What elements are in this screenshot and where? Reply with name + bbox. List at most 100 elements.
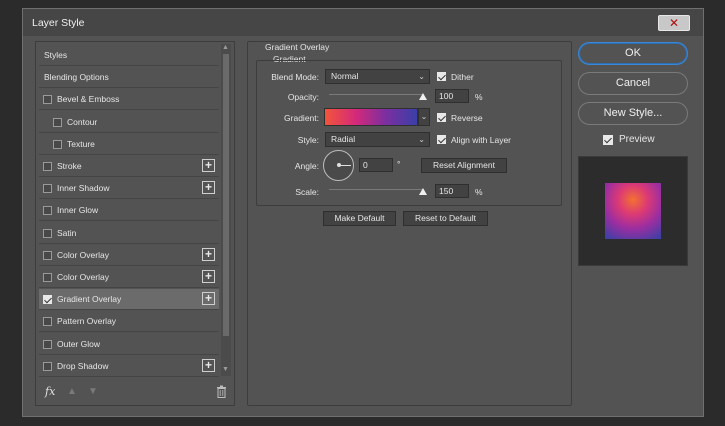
style-item-checkbox[interactable] [43, 250, 52, 260]
style-item-label: Color Overlay [57, 249, 109, 260]
reverse-checkbox[interactable] [437, 113, 446, 122]
style-item-checkbox[interactable] [53, 139, 62, 149]
style-item-checkbox[interactable] [43, 295, 52, 305]
move-down-icon[interactable]: ▼ [88, 386, 98, 397]
reset-to-default-button[interactable]: Reset to Default [403, 211, 488, 226]
blend-mode-label: Blend Mode: [271, 72, 319, 82]
reverse-label: Reverse [451, 113, 483, 123]
style-item-checkbox[interactable] [43, 361, 52, 371]
chevron-down-icon: ⌄ [418, 72, 425, 81]
add-effect-icon[interactable]: + [202, 159, 215, 172]
opacity-slider-thumb[interactable] [419, 93, 427, 100]
style-item-checkbox[interactable] [43, 184, 52, 194]
style-item[interactable]: Blending Options [39, 67, 219, 89]
style-item[interactable]: Inner Glow [39, 200, 219, 222]
style-item-checkbox[interactable] [43, 339, 52, 349]
scale-slider-track[interactable] [329, 189, 423, 190]
scroll-up-icon[interactable]: ▲ [222, 44, 229, 51]
title-bar: Layer Style ✕ [23, 9, 703, 36]
style-item-checkbox[interactable] [43, 317, 52, 327]
style-item-label: Pattern Overlay [57, 316, 117, 327]
angle-input[interactable]: 0 [359, 158, 393, 172]
preview-label: Preview [619, 134, 655, 145]
style-item-checkbox[interactable] [43, 206, 52, 216]
dither-checkbox[interactable] [437, 72, 446, 81]
style-item-label: Texture [67, 138, 95, 149]
style-item-label: Blending Options [44, 72, 109, 83]
scale-input[interactable]: 150 [435, 184, 469, 198]
make-default-button[interactable]: Make Default [323, 211, 396, 226]
blend-mode-select[interactable]: Normal ⌄ [325, 69, 430, 84]
style-item[interactable]: Drop Shadow + [39, 355, 219, 377]
style-item-checkbox[interactable] [53, 117, 62, 127]
gradient-swatch[interactable] [324, 108, 418, 126]
style-item[interactable]: Styles [39, 45, 219, 66]
style-item[interactable]: Color Overlay + [39, 244, 219, 266]
section-title: Gradient Overlay [265, 42, 330, 52]
opacity-unit: % [475, 92, 483, 102]
style-item[interactable]: Satin [39, 222, 219, 244]
scale-label: Scale: [295, 187, 319, 197]
new-style-button[interactable]: New Style... [578, 102, 688, 125]
opacity-label: Opacity: [287, 92, 319, 102]
dialog-title: Layer Style [32, 17, 85, 29]
gradient-label: Gradient: [284, 113, 319, 123]
scroll-thumb[interactable] [223, 54, 229, 336]
style-item-label: Inner Glow [57, 205, 99, 216]
fx-icon[interactable]: fx [45, 385, 55, 398]
style-item[interactable]: Texture [39, 133, 219, 155]
style-item[interactable]: Stroke + [39, 156, 219, 177]
opacity-input[interactable]: 100 [435, 89, 469, 103]
dither-label: Dither [451, 72, 474, 82]
ok-button[interactable]: OK [578, 42, 688, 65]
style-item[interactable]: Contour [39, 111, 219, 133]
style-item-checkbox[interactable] [43, 162, 52, 171]
scale-unit: % [475, 187, 483, 197]
align-with-layer-checkbox[interactable] [437, 135, 446, 144]
cancel-button[interactable]: Cancel [578, 72, 688, 95]
add-effect-icon[interactable]: + [202, 358, 215, 372]
style-item-label: Bevel & Emboss [57, 94, 120, 105]
style-item-checkbox[interactable] [43, 95, 52, 105]
close-button[interactable]: ✕ [658, 15, 690, 31]
opacity-slider-track[interactable] [329, 94, 423, 95]
style-label: Style: [297, 135, 319, 145]
style-item-label: Drop Shadow [57, 360, 109, 371]
style-item-label: Satin [57, 227, 77, 238]
layer-style-dialog: Layer Style ✕ Styles Blending Options Beve… [22, 8, 704, 417]
style-item[interactable]: Inner Shadow + [39, 178, 219, 200]
scroll-down-icon[interactable]: ▼ [222, 366, 229, 373]
preview-checkbox[interactable] [603, 135, 613, 145]
style-item-label: Stroke [57, 161, 82, 171]
style-item[interactable]: Color Overlay + [39, 267, 219, 288]
add-effect-icon[interactable]: + [202, 247, 215, 261]
preview-box [578, 156, 688, 266]
angle-dial[interactable] [323, 150, 354, 181]
style-item-label: Contour [67, 116, 98, 127]
angle-dial-center [337, 163, 341, 167]
angle-label: Angle: [294, 161, 319, 171]
style-item[interactable]: Pattern Overlay [39, 311, 219, 333]
trash-icon[interactable] [216, 385, 227, 398]
move-up-icon[interactable]: ▲ [67, 386, 77, 397]
add-effect-icon[interactable]: + [202, 292, 215, 306]
style-item-label: Color Overlay [57, 272, 109, 282]
add-effect-icon[interactable]: + [202, 181, 215, 195]
styles-list-panel: Styles Blending Options Bevel & Emboss Cont… [35, 41, 235, 406]
gradient-dropdown-icon[interactable]: ⌄ [418, 108, 430, 126]
align-with-layer-label: Align with Layer [451, 135, 512, 145]
style-item-label: Gradient Overlay [57, 294, 122, 305]
style-item[interactable]: Outer Glow [39, 333, 219, 355]
style-item[interactable]: Bevel & Emboss [39, 89, 219, 111]
angle-unit: ° [397, 159, 401, 169]
style-item-checkbox[interactable] [43, 273, 52, 282]
styles-scrollbar[interactable]: ▲ ▼ [221, 44, 231, 376]
style-item[interactable]: Gradient Overlay + [39, 289, 219, 311]
scale-slider-thumb[interactable] [419, 188, 427, 195]
reset-alignment-button[interactable]: Reset Alignment [421, 158, 507, 173]
style-item-checkbox[interactable] [43, 228, 52, 238]
style-value: Radial [331, 134, 356, 144]
style-select[interactable]: Radial ⌄ [325, 132, 430, 147]
styles-list-footer: fx ▲ ▼ [36, 380, 234, 405]
add-effect-icon[interactable]: + [202, 270, 215, 283]
